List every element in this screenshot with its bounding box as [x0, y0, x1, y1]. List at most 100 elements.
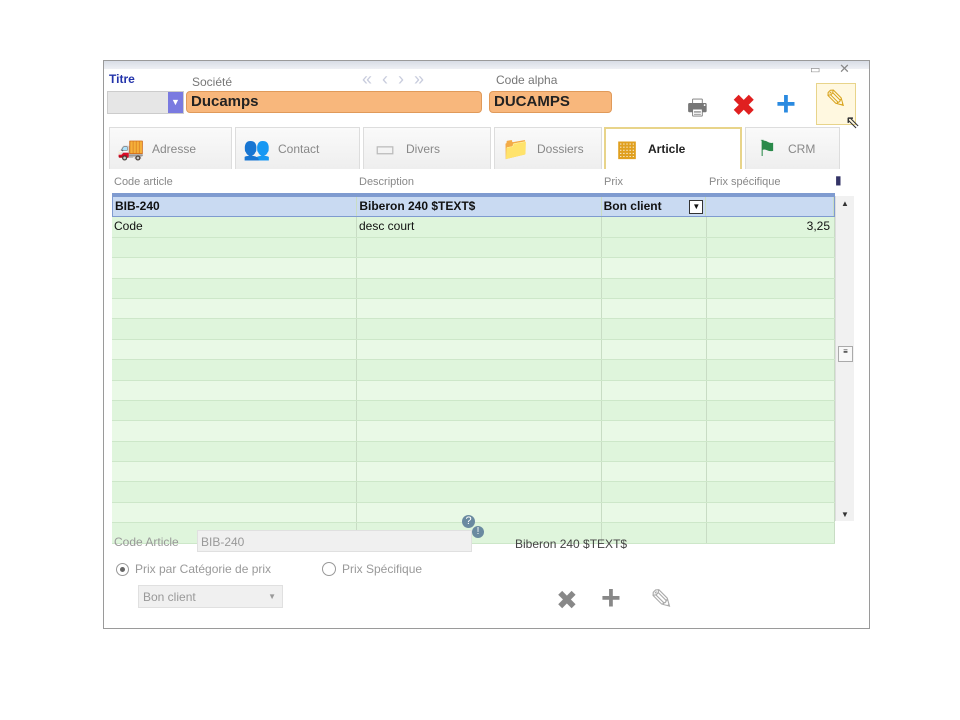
- cell-empty: [112, 237, 357, 258]
- cell-empty: [112, 502, 357, 523]
- tab-article[interactable]: ▦ Article: [604, 127, 742, 169]
- signpost-icon: ⚑: [757, 135, 777, 161]
- vertical-scrollbar[interactable]: ▲ ≡ ▼: [835, 196, 854, 521]
- plus-icon: +: [776, 85, 796, 123]
- code-article-input[interactable]: BIB-240: [197, 530, 472, 552]
- cell-empty: [112, 339, 357, 360]
- cell-empty: [707, 441, 835, 462]
- delete-button[interactable]: ✖: [732, 89, 755, 122]
- grid-header: Code article Description Prix Prix spéci…: [112, 176, 835, 196]
- table-row-empty[interactable]: [112, 441, 835, 463]
- prev-record-button[interactable]: ‹: [382, 69, 398, 89]
- cell-empty: [707, 237, 835, 258]
- cell-empty: [112, 482, 357, 502]
- cell-empty: [112, 360, 357, 380]
- table-row-empty[interactable]: [112, 278, 835, 299]
- table-row-empty[interactable]: [112, 298, 835, 320]
- detail-edit-button[interactable]: ✎: [650, 583, 673, 616]
- cell-empty: [112, 462, 357, 482]
- code-alpha-input[interactable]: DUCAMPS: [489, 91, 612, 113]
- blocks-icon: ▦: [616, 136, 638, 161]
- tab-dossiers[interactable]: 📁 Dossiers: [494, 127, 602, 169]
- cell-code: Code: [112, 217, 357, 237]
- first-record-button[interactable]: «: [362, 69, 382, 89]
- tab-label: CRM: [788, 141, 816, 156]
- cell-empty: [357, 482, 602, 502]
- scroll-up-icon[interactable]: ▲: [836, 199, 854, 208]
- code-alpha-label: Code alpha: [496, 73, 558, 87]
- grid-body: BIB-240 Biberon 240 $TEXT$ Bon client ▼ Cod…: [112, 196, 835, 544]
- table-row-empty[interactable]: [112, 319, 835, 340]
- cell-empty: [602, 360, 707, 380]
- cell-empty: [112, 278, 357, 298]
- cell-description: desc court: [357, 217, 602, 237]
- tab-divers[interactable]: ▭ Divers: [363, 127, 491, 169]
- cell-empty: [707, 421, 835, 441]
- cell-empty: [357, 502, 602, 523]
- help-icon[interactable]: ?: [462, 515, 475, 528]
- next-record-button[interactable]: ›: [398, 69, 414, 89]
- tab-adresse[interactable]: 🚚 Adresse: [109, 127, 232, 169]
- cell-empty: [357, 258, 602, 278]
- radio-prix-categorie[interactable]: Prix par Catégorie de prix: [116, 562, 271, 576]
- column-chooser-icon[interactable]: ▮: [835, 173, 842, 187]
- table-row-empty[interactable]: [112, 237, 835, 259]
- table-row[interactable]: Code desc court 3,25: [112, 217, 835, 238]
- cell-empty: [707, 258, 835, 278]
- cell-empty: [602, 258, 707, 278]
- chevron-down-icon[interactable]: ▼: [689, 200, 704, 214]
- cell-empty: [707, 482, 835, 502]
- client-window: ▭ ✕ Titre ▼ Société Ducamps «‹›» Code al…: [103, 60, 870, 629]
- table-row-empty[interactable]: [112, 400, 835, 422]
- table-row-empty[interactable]: [112, 258, 835, 279]
- cell-empty: [707, 523, 835, 543]
- detail-add-button[interactable]: +: [601, 579, 621, 618]
- table-row-empty[interactable]: [112, 462, 835, 483]
- chevron-down-icon: ▼: [268, 592, 276, 601]
- cell-empty: [357, 237, 602, 258]
- cell-empty: [357, 339, 602, 360]
- scrollbar-thumb[interactable]: ≡: [838, 346, 853, 362]
- print-button[interactable]: 🖶: [687, 91, 708, 129]
- last-record-button[interactable]: »: [414, 69, 434, 89]
- cell-prix-specifique: [706, 197, 834, 217]
- minimize-button[interactable]: ▭: [810, 63, 820, 76]
- close-window-button[interactable]: ✕: [839, 61, 850, 77]
- record-navigation[interactable]: «‹›»: [362, 69, 434, 90]
- cell-empty: [707, 278, 835, 298]
- x-icon: ✖: [556, 585, 578, 615]
- radio-label: Prix Spécifique: [342, 562, 423, 576]
- folder-blue-icon: 📁: [502, 135, 530, 161]
- radio-checked-icon: [116, 562, 129, 576]
- tab-contact[interactable]: 👥 Contact: [235, 127, 360, 169]
- detail-delete-button[interactable]: ✖: [556, 585, 578, 616]
- info-icon[interactable]: !: [472, 526, 484, 538]
- tab-crm[interactable]: ⚑ CRM: [745, 127, 840, 169]
- article-description: Biberon 240 $TEXT$: [515, 537, 628, 551]
- prix-value: Bon client: [603, 199, 662, 213]
- printer-icon: 🖶: [687, 95, 708, 120]
- column-header-code[interactable]: Code article: [112, 176, 357, 193]
- column-header-prix[interactable]: Prix: [602, 176, 707, 193]
- table-row-empty[interactable]: [112, 421, 835, 442]
- categorie-prix-select[interactable]: Bon client ▼: [138, 585, 283, 608]
- cell-empty: [602, 298, 707, 319]
- cell-prix[interactable]: Bon client ▼: [601, 197, 707, 217]
- column-header-prix-specifique[interactable]: Prix spécifique: [707, 176, 835, 193]
- titre-select[interactable]: ▼: [107, 91, 184, 114]
- table-row-empty[interactable]: [112, 360, 835, 381]
- societe-input[interactable]: Ducamps: [186, 91, 482, 113]
- scroll-down-icon[interactable]: ▼: [836, 510, 854, 519]
- table-row[interactable]: BIB-240 Biberon 240 $TEXT$ Bon client ▼: [112, 196, 835, 218]
- cell-empty: [357, 441, 602, 462]
- add-button[interactable]: +: [776, 85, 796, 124]
- table-row-empty[interactable]: [112, 380, 835, 401]
- tab-label: Dossiers: [537, 141, 584, 156]
- title-bar: [104, 61, 869, 69]
- column-header-description[interactable]: Description: [357, 176, 602, 193]
- table-row-empty[interactable]: [112, 339, 835, 361]
- cell-empty: [112, 258, 357, 278]
- table-row-empty[interactable]: [112, 482, 835, 503]
- radio-prix-specifique[interactable]: Prix Spécifique: [322, 562, 422, 576]
- select-value: Bon client: [143, 590, 196, 604]
